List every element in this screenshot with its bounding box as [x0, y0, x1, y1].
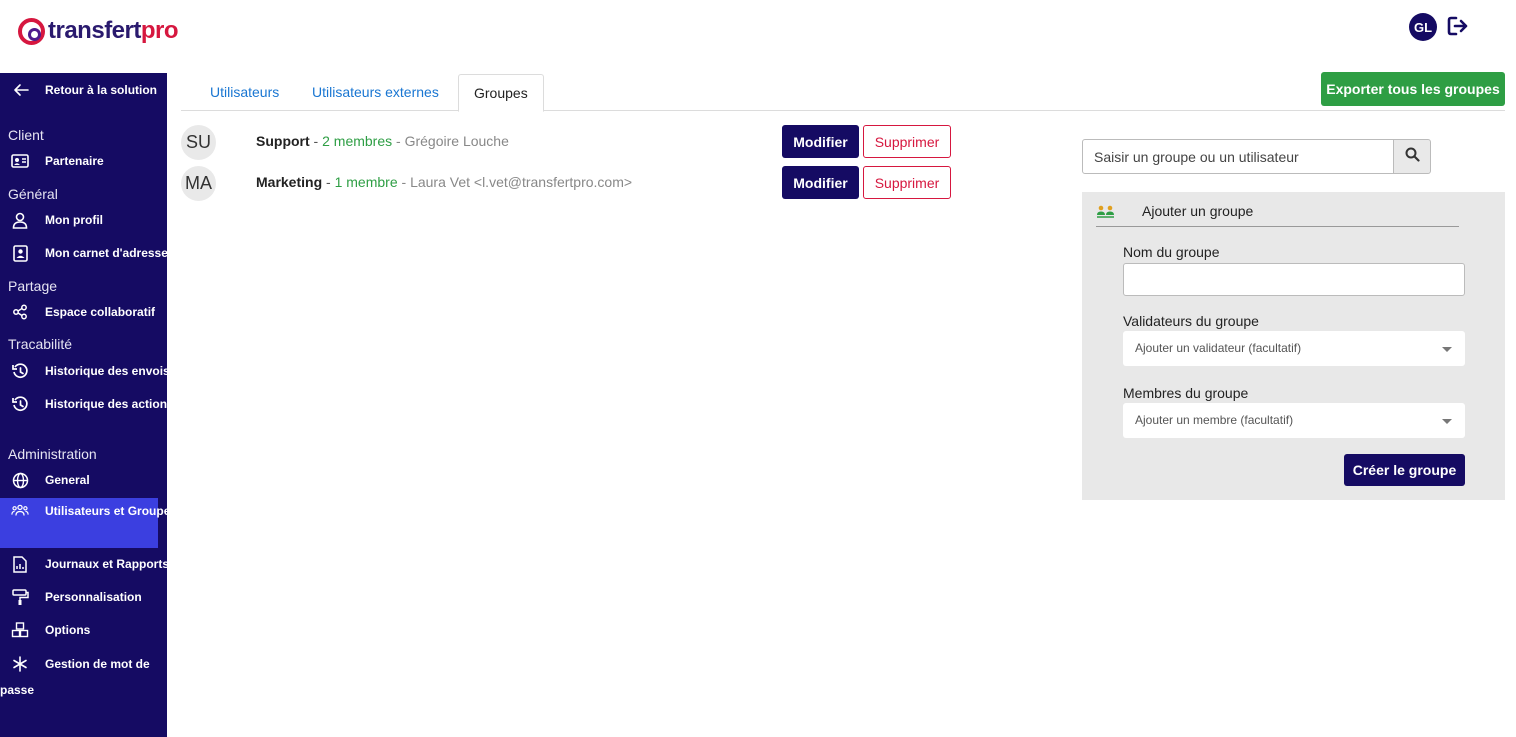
globe-icon	[11, 471, 29, 489]
history-icon	[11, 362, 29, 380]
separator: -	[326, 174, 331, 190]
sidebar-item-label: Journaux et Rapports	[45, 557, 170, 571]
validators-select[interactable]: Ajouter un validateur (facultatif)	[1123, 331, 1465, 366]
sidebar-item-label: Utilisateurs et Groupes	[45, 504, 178, 518]
sidebar-item-label: Mon carnet d'adresse	[45, 246, 168, 260]
sidebar: Retour à la solution Client Partenaire G…	[0, 73, 177, 737]
group-member-count: 2 membres	[322, 133, 393, 149]
export-all-groups-button[interactable]: Exporter tous les groupes	[1321, 72, 1505, 106]
back-label: Retour à la solution	[45, 83, 158, 97]
add-group-header: Ajouter un groupe	[1096, 202, 1459, 227]
search-input[interactable]	[1082, 139, 1394, 174]
group-name-label: Nom du groupe	[1123, 244, 1220, 260]
tab-bar: Utilisateurs Utilisateurs externes Group…	[181, 74, 1505, 112]
group-name[interactable]: Marketing	[256, 174, 322, 190]
id-card-icon	[11, 152, 29, 170]
separator: -	[396, 133, 401, 149]
group-add-icon	[1096, 203, 1116, 221]
share-icon	[11, 303, 29, 321]
group-name-input[interactable]	[1123, 263, 1465, 296]
members-label: Membres du groupe	[1123, 385, 1249, 401]
user-icon	[11, 211, 29, 229]
address-book-icon	[11, 244, 29, 262]
group-info: Support - 2 membres - Grégoire Louche	[256, 133, 509, 149]
tab-utilisateurs-externes[interactable]: Utilisateurs externes	[297, 74, 454, 111]
paint-roller-icon	[11, 588, 29, 606]
sidebar-item-label: Historique des actions	[45, 397, 174, 411]
section-partage: Partage	[8, 278, 58, 294]
logout-icon[interactable]	[1447, 15, 1469, 37]
members-select[interactable]: Ajouter un membre (facultatif)	[1123, 403, 1465, 438]
sidebar-item-utilisateurs-groupes[interactable]: Utilisateurs et Groupes	[0, 498, 177, 548]
section-general: Général	[8, 186, 58, 202]
back-to-solution-link[interactable]: Retour à la solution	[0, 79, 167, 101]
app-logo[interactable]: transfertpro	[18, 17, 179, 45]
group-detail: Grégoire Louche	[404, 133, 509, 149]
group-row: SU Support - 2 membres - Grégoire Louche…	[181, 125, 961, 160]
sidebar-item-label: Espace collaboratif	[45, 305, 156, 319]
search-icon	[1405, 147, 1420, 167]
separator: -	[401, 174, 407, 190]
sidebar-item-label: Options	[45, 623, 91, 637]
delete-group-button[interactable]: Supprimer	[863, 125, 951, 158]
section-administration: Administration	[8, 446, 97, 462]
group-avatar: MA	[181, 166, 216, 201]
group-name[interactable]: Support	[256, 133, 310, 149]
group-avatar: SU	[181, 125, 216, 160]
add-group-title: Ajouter un groupe	[1142, 203, 1254, 219]
cubes-icon	[11, 621, 29, 639]
sidebar-item-label: Partenaire	[45, 154, 104, 168]
chevron-down-icon	[1442, 347, 1452, 352]
group-detail: Laura Vet <l.vet@transfertpro.com>	[410, 174, 633, 190]
members-placeholder: Ajouter un membre (facultatif)	[1135, 413, 1294, 427]
user-avatar[interactable]: GL	[1409, 13, 1437, 41]
section-client: Client	[8, 127, 44, 143]
tab-groupes[interactable]: Groupes	[458, 74, 544, 112]
sidebar-item-label: Gestion de mot de passe	[0, 657, 150, 697]
logo-mark-icon	[18, 17, 45, 45]
arrow-left-icon	[12, 82, 30, 98]
group-row: MA Marketing - 1 membre - Laura Vet <l.v…	[181, 166, 961, 201]
edit-group-button[interactable]: Modifier	[782, 125, 859, 158]
sidebar-item-label: Personnalisation	[45, 590, 142, 604]
add-group-panel: Ajouter un groupe Nom du groupe Validate…	[1082, 192, 1505, 500]
sidebar-item-label: Historique des envois	[45, 364, 170, 378]
group-member-count: 1 membre	[334, 174, 398, 190]
tab-utilisateurs[interactable]: Utilisateurs	[195, 74, 294, 111]
validators-placeholder: Ajouter un validateur (facultatif)	[1135, 341, 1302, 355]
sidebar-item-label: Mon profil	[45, 213, 103, 227]
separator: -	[313, 133, 319, 149]
group-info: Marketing - 1 membre - Laura Vet <l.vet@…	[256, 174, 632, 190]
edit-group-button[interactable]: Modifier	[782, 166, 859, 199]
section-tracabilite: Tracabilité	[8, 336, 73, 352]
create-group-button[interactable]: Créer le groupe	[1344, 454, 1465, 486]
search-button[interactable]	[1393, 139, 1431, 174]
logo-text: transfertpro	[48, 17, 179, 44]
chevron-down-icon	[1442, 419, 1452, 424]
validators-label: Validateurs du groupe	[1123, 313, 1259, 329]
delete-group-button[interactable]: Supprimer	[863, 166, 951, 199]
report-icon	[11, 555, 29, 573]
sidebar-item-label: General	[45, 473, 90, 487]
